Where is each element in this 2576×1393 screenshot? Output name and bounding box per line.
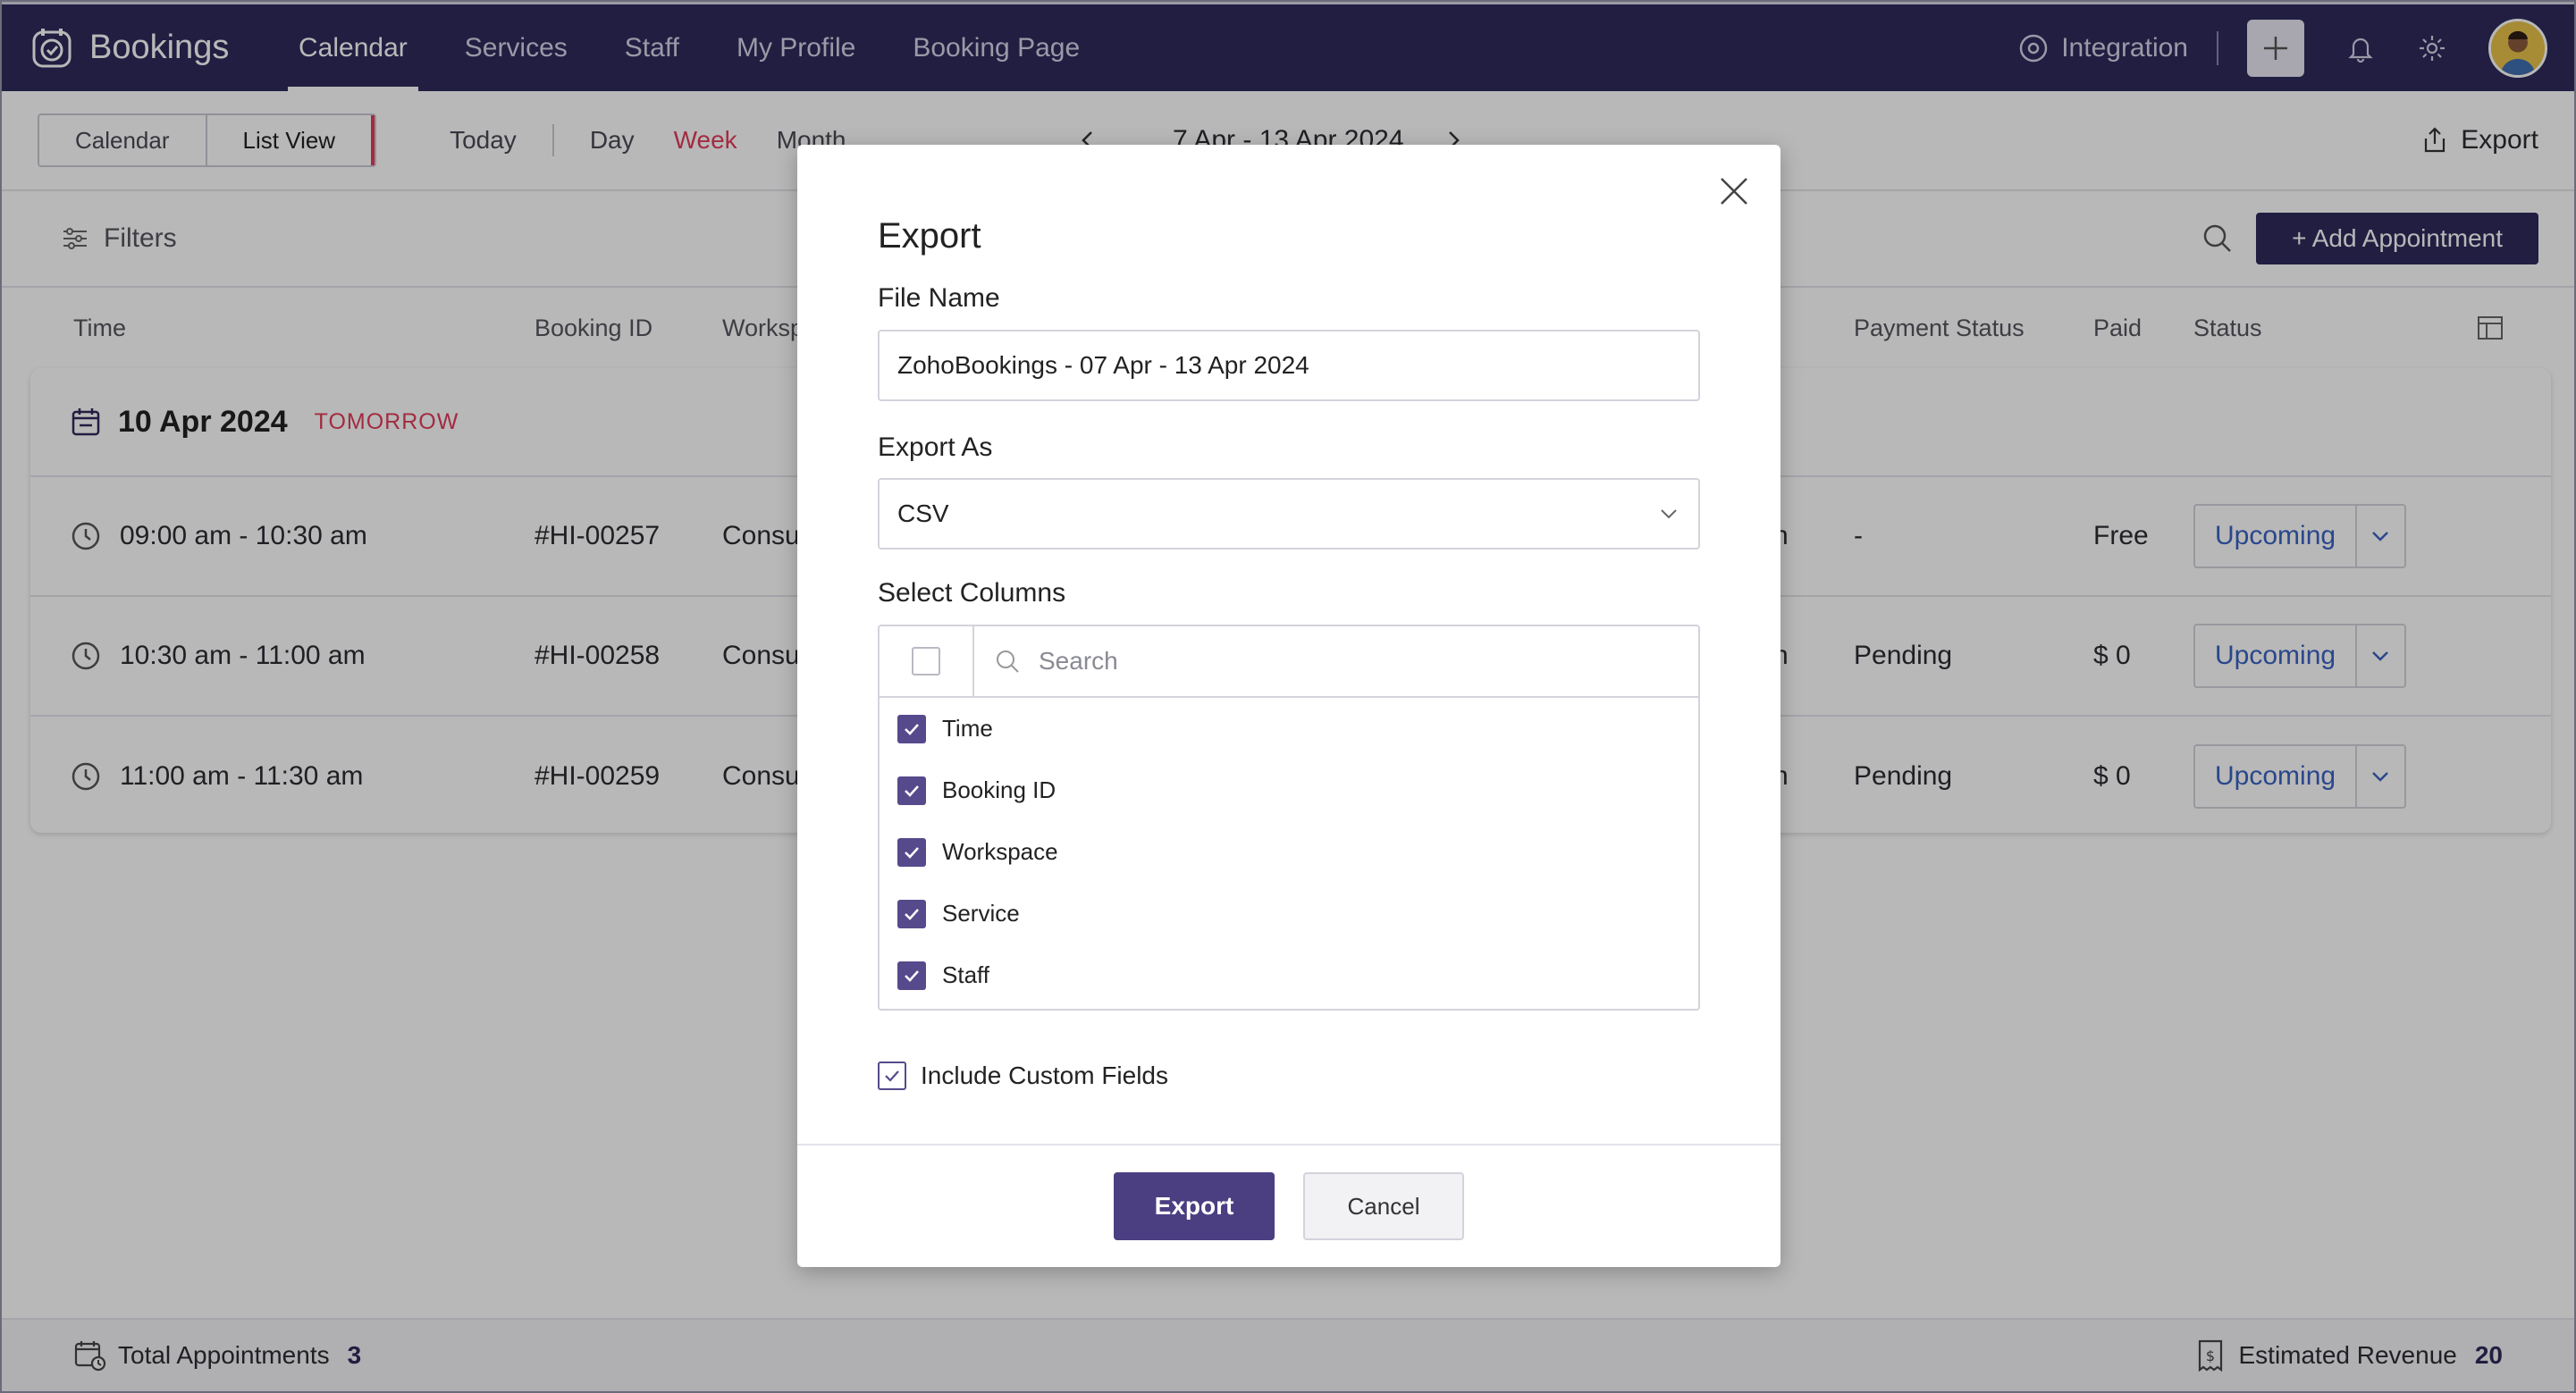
- check-icon: [885, 1070, 899, 1082]
- checkbox-checked[interactable]: [897, 714, 926, 743]
- checkbox-unchecked: [912, 647, 940, 676]
- check-icon: [905, 723, 919, 735]
- column-option-workspace[interactable]: Workspace: [880, 821, 1698, 883]
- dialog-title: Export: [878, 216, 981, 256]
- export-as-select[interactable]: CSV: [878, 478, 1700, 550]
- include-custom-fields[interactable]: Include Custom Fields: [878, 1062, 1168, 1090]
- column-option-label: Booking ID: [942, 776, 1056, 803]
- export-dialog: Export File Name Export As CSV Select Co…: [797, 145, 1780, 1267]
- close-icon[interactable]: [1714, 172, 1754, 211]
- checkbox-checked[interactable]: [897, 961, 926, 990]
- dialog-export-button[interactable]: Export: [1114, 1172, 1275, 1240]
- dialog-footer: Export Cancel: [797, 1144, 1780, 1267]
- columns-list: Search Time Booking ID Workspace Service…: [878, 625, 1700, 1011]
- column-option-label: Service: [942, 900, 1020, 927]
- file-name-label: File Name: [878, 283, 1000, 313]
- check-icon: [905, 908, 919, 920]
- columns-search[interactable]: Search: [974, 626, 1698, 696]
- dialog-cancel-button[interactable]: Cancel: [1303, 1172, 1464, 1240]
- checkbox-checked[interactable]: [897, 837, 926, 867]
- export-as-label: Export As: [878, 432, 993, 462]
- checkbox-checked[interactable]: [897, 899, 926, 928]
- search-icon: [997, 650, 1019, 673]
- select-all-checkbox[interactable]: [880, 626, 974, 696]
- columns-search-placeholder: Search: [1039, 647, 1118, 675]
- column-option-booking-id[interactable]: Booking ID: [880, 759, 1698, 821]
- column-option-time[interactable]: Time: [880, 698, 1698, 759]
- checkbox-checked[interactable]: [897, 776, 926, 805]
- select-columns-label: Select Columns: [878, 578, 1066, 608]
- column-option-label: Time: [942, 715, 993, 742]
- check-icon: [905, 785, 919, 797]
- check-icon: [905, 846, 919, 859]
- column-option-label: Staff: [942, 961, 990, 988]
- column-option-label: Workspace: [942, 838, 1058, 865]
- column-option-service[interactable]: Service: [880, 883, 1698, 944]
- check-icon: [905, 969, 919, 982]
- app-window: Bookings Calendar Services Staff My Prof…: [0, 0, 2576, 1393]
- chevron-down-icon: [1661, 509, 1677, 519]
- columns-list-header: Search: [880, 626, 1698, 698]
- column-option-staff[interactable]: Staff: [880, 944, 1698, 1006]
- include-custom-fields-label: Include Custom Fields: [921, 1062, 1169, 1089]
- include-custom-fields-checkbox[interactable]: [878, 1062, 906, 1090]
- export-as-value: CSV: [897, 499, 949, 527]
- file-name-input[interactable]: [878, 330, 1700, 401]
